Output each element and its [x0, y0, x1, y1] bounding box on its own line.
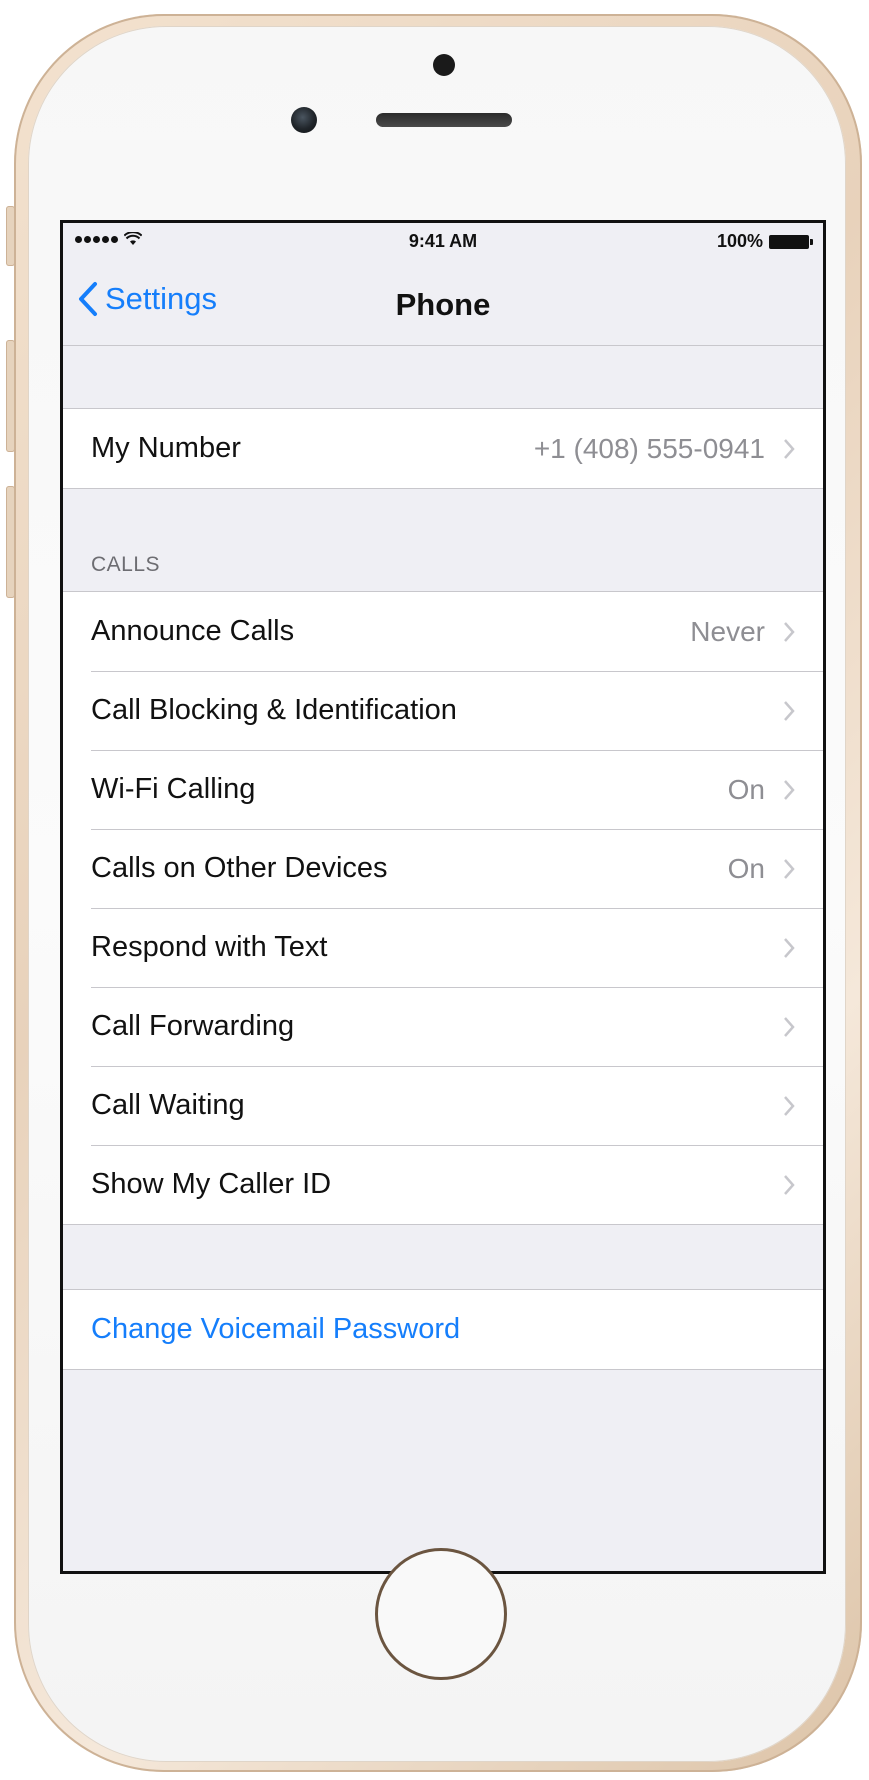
call-blocking-row[interactable]: Call Blocking & Identification — [63, 671, 823, 750]
row-value: +1 (408) 555-0941 — [533, 432, 765, 464]
change-voicemail-password-button[interactable]: Change Voicemail Password — [63, 1290, 823, 1369]
show-my-caller-id-row[interactable]: Show My Caller ID — [63, 1145, 823, 1224]
proximity-sensor — [433, 54, 455, 76]
earpiece-speaker — [376, 113, 512, 127]
calls-group: Announce Calls Never Call Blocking & Ide… — [63, 591, 823, 1225]
row-value: On — [727, 773, 765, 805]
section-header-calls: CALLS — [63, 489, 823, 591]
chevron-right-icon — [784, 1016, 795, 1037]
status-bar: 9:41 AM 100% — [63, 223, 823, 263]
battery-icon — [769, 234, 813, 249]
calls-on-other-devices-row[interactable]: Calls on Other Devices On — [63, 829, 823, 908]
row-label: My Number — [91, 432, 241, 464]
status-time: 9:41 AM — [408, 231, 478, 251]
wifi-calling-row[interactable]: Wi-Fi Calling On — [63, 750, 823, 829]
page-title: Phone — [395, 287, 491, 322]
chevron-right-icon — [784, 858, 795, 879]
navigation-bar: Settings Phone — [63, 263, 823, 346]
my-number-row[interactable]: My Number +1 (408) 555-0941 — [63, 409, 823, 488]
announce-calls-row[interactable]: Announce Calls Never — [63, 592, 823, 671]
chevron-right-icon — [784, 937, 795, 958]
chevron-right-icon — [784, 621, 795, 642]
screen: 9:41 AM 100% Settings Phone My Number +1… — [60, 220, 826, 1574]
front-camera — [291, 107, 317, 133]
chevron-right-icon — [784, 700, 795, 721]
chevron-right-icon — [784, 438, 795, 459]
row-label: Announce Calls — [91, 615, 295, 647]
row-label: Calls on Other Devices — [91, 852, 388, 884]
row-label: Change Voicemail Password — [91, 1313, 461, 1345]
chevron-right-icon — [784, 1174, 795, 1195]
row-label: Respond with Text — [91, 931, 328, 963]
home-button[interactable] — [375, 1548, 507, 1680]
call-waiting-row[interactable]: Call Waiting — [63, 1066, 823, 1145]
voicemail-group: Change Voicemail Password — [63, 1289, 823, 1370]
phone-mockup: 9:41 AM 100% Settings Phone My Number +1… — [0, 0, 869, 1780]
call-forwarding-row[interactable]: Call Forwarding — [63, 987, 823, 1066]
row-label: Wi-Fi Calling — [91, 773, 256, 805]
battery-percentage: 100% — [716, 231, 763, 251]
section-header-label: CALLS — [91, 553, 161, 576]
row-value: On — [727, 852, 765, 884]
row-label: Call Forwarding — [91, 1010, 295, 1042]
row-label: Show My Caller ID — [91, 1168, 332, 1200]
status-right: 100% — [716, 231, 813, 252]
row-label: Call Waiting — [91, 1089, 245, 1121]
row-value: Never — [690, 615, 765, 647]
respond-with-text-row[interactable]: Respond with Text — [63, 908, 823, 987]
my-number-group: My Number +1 (408) 555-0941 — [63, 408, 823, 489]
row-label: Call Blocking & Identification — [91, 694, 457, 726]
chevron-right-icon — [784, 779, 795, 800]
chevron-right-icon — [784, 1095, 795, 1116]
